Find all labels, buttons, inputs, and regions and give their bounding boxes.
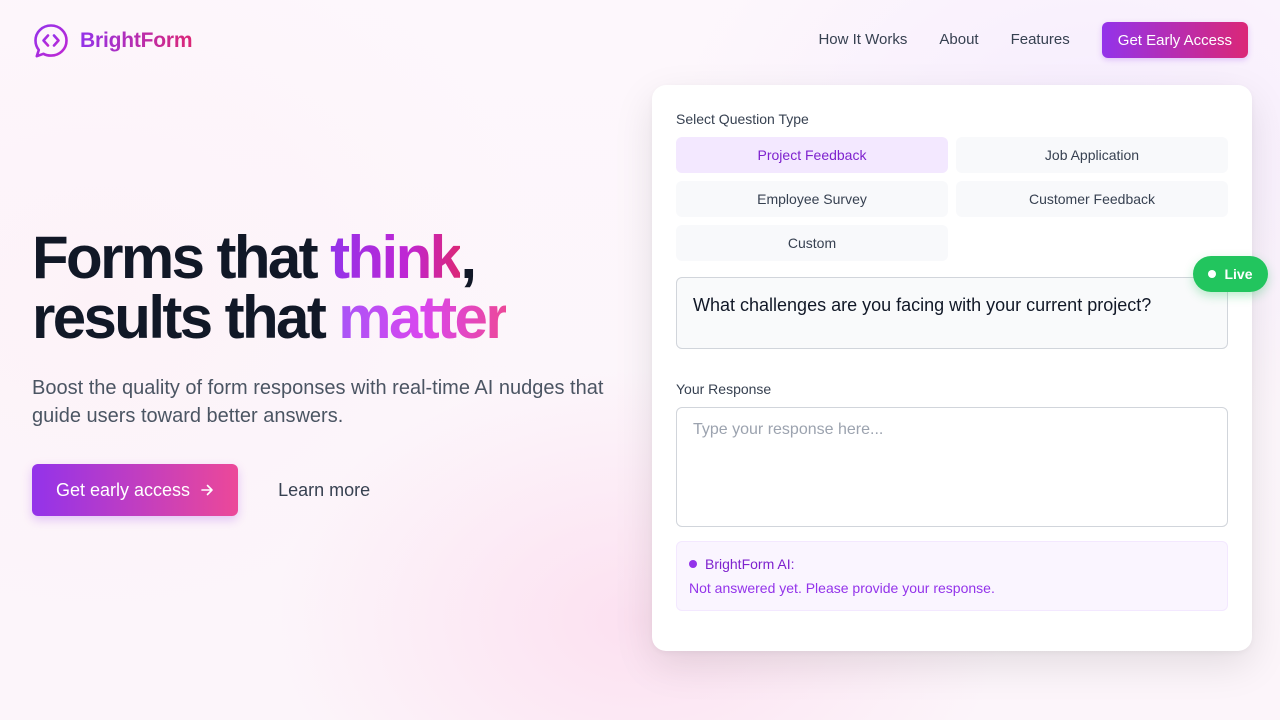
get-early-access-label: Get early access — [56, 479, 191, 500]
hero-actions: Get early access Learn more — [32, 464, 632, 516]
hero-subtitle: Boost the quality of form responses with… — [32, 377, 604, 427]
live-badge: Live — [1193, 256, 1268, 292]
ai-feedback-panel: BrightForm AI: Not answered yet. Please … — [676, 541, 1228, 611]
hero-title-highlight-matter: matter — [338, 284, 508, 351]
learn-more-link[interactable]: Learn more — [278, 480, 370, 501]
nav-link-features[interactable]: Features — [1011, 22, 1070, 58]
brand-name: BrightForm — [80, 29, 193, 52]
question-type-job-application[interactable]: Job Application — [956, 137, 1228, 173]
hero-title: Forms that think, results that matter — [32, 228, 632, 348]
nav-link-about[interactable]: About — [939, 22, 978, 58]
live-badge-label: Live — [1224, 266, 1253, 282]
get-early-access-button[interactable]: Get Early Access — [1101, 22, 1248, 58]
form-demo-card: Select Question Type Project Feedback Jo… — [652, 85, 1252, 651]
site-header: BrightForm How It Works About Features G… — [0, 0, 1280, 80]
live-dot-icon — [1208, 270, 1217, 278]
hero-title-text-line2: results that — [32, 284, 339, 351]
hero-title-highlight-think: think — [330, 224, 463, 291]
response-input[interactable] — [676, 407, 1228, 527]
chat-code-icon — [34, 24, 68, 58]
brand-logo[interactable]: BrightForm — [32, 22, 193, 60]
ai-status-dot-icon — [689, 560, 697, 568]
question-type-custom[interactable]: Custom — [676, 225, 948, 261]
question-type-label: Select Question Type — [676, 111, 809, 127]
ai-feedback-message: Not answered yet. Please provide your re… — [689, 580, 995, 596]
nav-link-how-it-works[interactable]: How It Works — [818, 22, 907, 58]
question-type-project-feedback[interactable]: Project Feedback — [676, 137, 948, 173]
ai-feedback-title: BrightForm AI: — [705, 556, 795, 572]
question-type-customer-feedback[interactable]: Customer Feedback — [956, 181, 1228, 217]
response-label: Your Response — [676, 381, 772, 397]
hero-title-comma: , — [460, 224, 477, 291]
hero-title-text: Forms that — [32, 224, 331, 291]
question-text: What challenges are you facing with your… — [676, 277, 1228, 349]
get-early-access-hero-button[interactable]: Get early access — [32, 464, 239, 516]
arrow-right-icon — [201, 484, 213, 496]
main-nav: How It Works About Features Get Early Ac… — [818, 22, 1248, 58]
ai-feedback-header: BrightForm AI: — [689, 556, 1215, 572]
hero-section: Forms that think, results that matter Bo… — [32, 228, 632, 516]
question-type-employee-survey[interactable]: Employee Survey — [676, 181, 948, 217]
